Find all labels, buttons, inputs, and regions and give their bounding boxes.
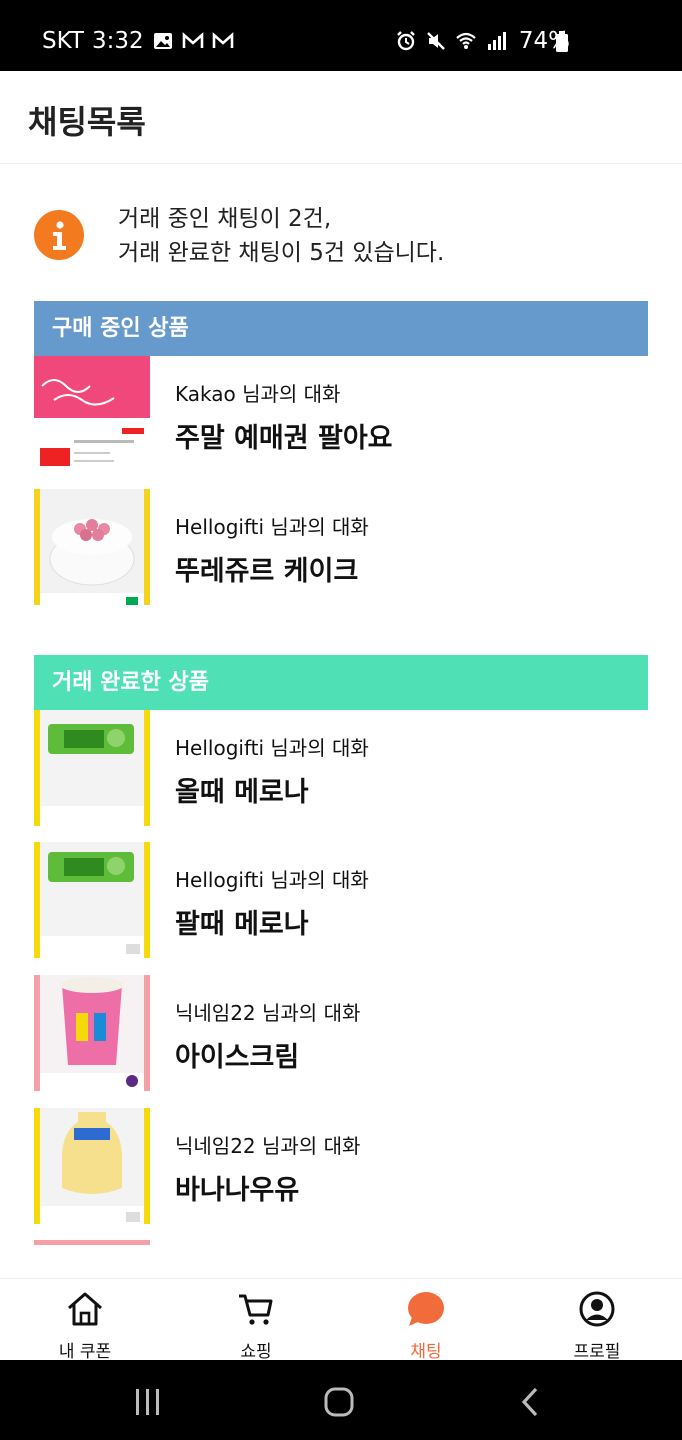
chat-icon [408,1292,444,1326]
back-icon[interactable] [518,1387,542,1417]
chat-partner: 닉네임22 님과의 대화 [175,1134,361,1158]
chat-partner: Hellogifti 님과의 대화 [175,868,369,892]
product-thumbnail [34,842,150,958]
info-banner: 거래 중인 채팅이 2건, 거래 완료한 채팅이 5건 있습니다. [34,196,648,276]
home-button-icon[interactable] [323,1386,355,1418]
product-thumbnail [34,489,150,605]
section-header-buying: 구매 중인 상품 [34,301,648,356]
info-line-1: 거래 중인 채팅이 2건, [118,206,332,232]
mail-icon [182,32,203,48]
wifi-icon [456,32,476,49]
recent-apps-icon[interactable] [133,1387,163,1417]
status-right: 74% [395,28,570,54]
status-bar: SKT 3:32 74% [0,0,682,71]
product-thumbnail [34,710,150,826]
info-icon [34,210,84,260]
section-header-done: 거래 완료한 상품 [34,655,648,710]
product-thumbnail [34,1108,150,1224]
chat-partner: 닉네임22 님과의 대화 [175,1001,361,1025]
nav-label: 채팅 [410,1342,442,1362]
home-icon [68,1292,102,1326]
product-title: 주말 예매권 팔아요 [175,423,393,454]
nav-tab-shopping[interactable]: 쇼핑 [196,1279,316,1362]
chat-partner: Hellogifti 님과의 대화 [175,515,369,539]
product-title: 아이스크림 [175,1042,300,1073]
info-line-2: 거래 완료한 채팅이 5건 있습니다. [118,240,445,266]
next-thumbnail-peek [34,1240,150,1245]
chat-row[interactable]: Hellogifti 님과의 대화 팔때 메로나 [34,842,648,958]
mute-icon [427,32,445,50]
product-title: 올때 메로나 [175,777,309,808]
nav-tab-chat[interactable]: 채팅 [366,1279,486,1362]
mail-icon-2 [212,32,233,48]
info-text: 거래 중인 채팅이 2건, 거래 완료한 채팅이 5건 있습니다. [118,202,444,270]
product-title: 바나나우유 [175,1175,300,1206]
bottom-nav: 내 쿠폰 쇼핑 채팅 프로필 [0,1278,682,1362]
chat-partner: Kakao 님과의 대화 [175,382,341,406]
chat-row[interactable]: 닉네임22 님과의 대화 바나나우유 [34,1108,648,1224]
gallery-icon [153,33,172,49]
system-nav-bar [0,1360,682,1440]
chat-row[interactable]: Hellogifti 님과의 대화 뚜레쥬르 케이크 [34,489,648,605]
page-title: 채팅목록 [28,103,146,141]
signal-icon [487,32,506,50]
nav-tab-profile[interactable]: 프로필 [537,1279,657,1362]
alarm-icon [397,31,415,51]
profile-icon [579,1291,615,1327]
chat-row[interactable]: Hellogifti 님과의 대화 올때 메로나 [34,710,648,826]
product-title: 팔때 메로나 [175,909,309,940]
product-title: 뚜레쥬르 케이크 [175,556,359,587]
product-thumbnail [34,356,150,472]
chat-row[interactable]: Kakao 님과의 대화 주말 예매권 팔아요 [34,356,648,472]
nav-label: 내 쿠폰 [58,1342,112,1362]
chat-partner: Hellogifti 님과의 대화 [175,736,369,760]
carrier-label: SKT [42,28,84,54]
product-thumbnail [34,975,150,1091]
status-left: SKT 3:32 [42,28,234,54]
nav-tab-my-coupons[interactable]: 내 쿠폰 [25,1279,145,1362]
nav-label: 프로필 [573,1342,621,1362]
cart-icon [239,1294,273,1325]
battery-icon [556,31,568,52]
chat-row[interactable]: 닉네임22 님과의 대화 아이스크림 [34,975,648,1091]
clock: 3:32 [91,28,144,54]
nav-label: 쇼핑 [240,1342,272,1362]
app-header: 채팅목록 [0,71,682,164]
